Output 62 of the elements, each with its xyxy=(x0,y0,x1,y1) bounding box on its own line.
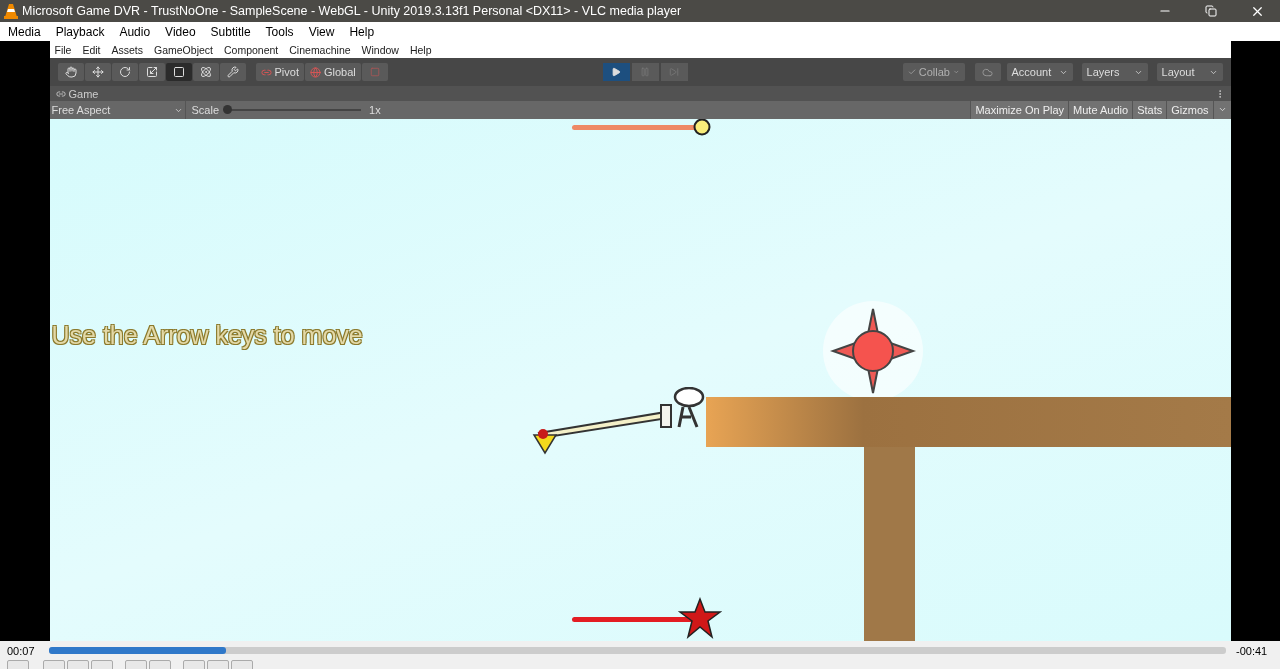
tool-button[interactable] xyxy=(165,63,192,81)
traffic-cone-icon xyxy=(4,3,18,19)
toggle-button[interactable]: Stats xyxy=(1132,101,1167,119)
menu-item[interactable]: Video xyxy=(165,24,196,39)
menu-item[interactable]: Cinemachine xyxy=(289,43,351,56)
layout-dropdown[interactable]: Layout xyxy=(1156,63,1223,81)
hand-icon xyxy=(64,66,77,78)
menu-item[interactable]: GameObject xyxy=(154,43,213,56)
toggle-button[interactable]: Gizmos xyxy=(1166,101,1213,119)
menu-item[interactable]: Edit xyxy=(82,43,101,56)
global-button[interactable]: Global xyxy=(304,63,361,81)
toggle-button[interactable]: Mute Audio xyxy=(1068,101,1133,119)
tool-button[interactable] xyxy=(192,63,219,81)
caret-icon xyxy=(952,68,960,76)
square-icon xyxy=(369,67,380,77)
slider-thumb[interactable] xyxy=(223,105,233,114)
caret-icon xyxy=(1217,105,1227,114)
tool-button[interactable] xyxy=(138,63,165,81)
play-button[interactable] xyxy=(602,63,630,81)
toggle-button[interactable]: Maximize On Play xyxy=(970,101,1069,119)
snap-button[interactable] xyxy=(361,63,388,81)
wrench-icon xyxy=(226,66,239,78)
tool-button[interactable] xyxy=(111,63,138,81)
globe-icon xyxy=(309,66,321,78)
play-icon xyxy=(611,67,622,77)
game-tab[interactable]: Game xyxy=(68,87,99,100)
link-icon xyxy=(55,88,66,99)
menu-item[interactable]: Media xyxy=(8,24,41,39)
tool-button[interactable] xyxy=(84,63,111,81)
remaining-time: -00:41 xyxy=(1236,644,1269,657)
rect-icon xyxy=(172,66,185,78)
scale-label: Scale xyxy=(191,104,220,116)
menu-item[interactable]: Playback xyxy=(55,24,105,39)
restore-icon xyxy=(1205,5,1217,17)
cloud-icon xyxy=(982,66,993,78)
pivot-button[interactable]: Pivot xyxy=(255,63,304,81)
window-title: Microsoft Game DVR - TrustNoOne - SampleScene - WebGL - Unity 2019.3.13f1 Personal <DX11> - VLC media player xyxy=(22,4,683,18)
menu-item[interactable]: File xyxy=(54,43,72,56)
elapsed-time: 00:07 xyxy=(6,644,36,657)
cloud-button[interactable] xyxy=(974,63,1001,81)
account-dropdown[interactable]: Account xyxy=(1006,63,1073,81)
layers-dropdown[interactable]: Layers xyxy=(1081,63,1148,81)
rotate-icon xyxy=(118,66,131,78)
check-icon xyxy=(907,67,916,77)
hint-text: Use the Arrow keys to move xyxy=(51,321,363,350)
scale-reading: 1x xyxy=(369,104,381,116)
menu-item[interactable]: Help xyxy=(349,24,375,39)
tool-button[interactable] xyxy=(57,63,84,81)
menu-item[interactable]: Help xyxy=(409,43,432,56)
menu-item[interactable]: Window xyxy=(361,43,399,56)
pause-icon xyxy=(640,67,651,77)
menu-item[interactable]: Component xyxy=(224,43,279,56)
menu-item[interactable]: Audio xyxy=(119,24,151,39)
menu-item[interactable]: Tools xyxy=(265,24,294,39)
menu-item[interactable]: Subtitle xyxy=(210,24,251,39)
seek-bar[interactable] xyxy=(49,647,1226,654)
transform-icon xyxy=(199,66,212,78)
step-button[interactable] xyxy=(660,63,688,81)
menu-item[interactable]: Assets xyxy=(111,43,144,56)
move-icon xyxy=(91,66,104,78)
scale-icon xyxy=(145,66,158,78)
menu-item[interactable]: View xyxy=(308,24,335,39)
